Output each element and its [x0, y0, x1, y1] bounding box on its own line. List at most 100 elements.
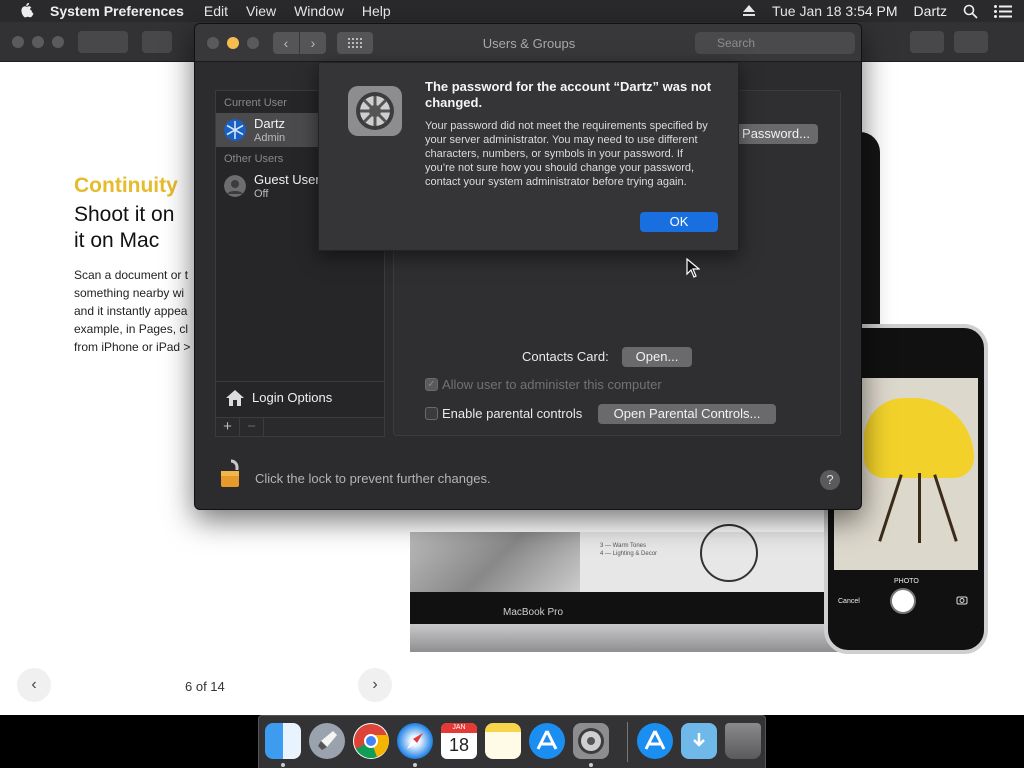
- eject-icon[interactable]: [742, 5, 756, 17]
- chrome-logo-icon: [354, 724, 390, 759]
- open-contacts-button[interactable]: Open...: [622, 347, 692, 367]
- finder-icon[interactable]: [265, 723, 301, 759]
- menu-help[interactable]: Help: [362, 3, 391, 19]
- allow-admin-label: Allow user to administer this computer: [442, 377, 662, 392]
- gear-icon: [578, 728, 604, 754]
- sidebar-toggle-button[interactable]: [142, 31, 172, 53]
- calendar-month: JAN: [441, 723, 477, 733]
- rocket-icon: [318, 731, 337, 750]
- menu-clock[interactable]: Tue Jan 18 3:54 PM: [772, 3, 898, 19]
- running-indicator: [589, 763, 593, 767]
- minimize-dot[interactable]: [32, 36, 44, 48]
- download-arrow-icon: [693, 733, 705, 747]
- chair-leg: [933, 474, 958, 542]
- zoom-dot[interactable]: [52, 36, 64, 48]
- snowflake-avatar-icon: [224, 119, 246, 141]
- parental-controls-checkbox[interactable]: [425, 407, 438, 420]
- contacts-card-label: Contacts Card:: [522, 349, 609, 364]
- book-paragraph-line: something nearby wi: [74, 286, 185, 300]
- launchpad-icon[interactable]: [309, 723, 345, 759]
- menu-edit[interactable]: Edit: [204, 3, 228, 19]
- unlocked-padlock-icon[interactable]: [219, 458, 243, 490]
- downloads-folder-icon[interactable]: [681, 723, 717, 759]
- search-input[interactable]: Search: [695, 32, 855, 54]
- menu-bar: System Preferences Edit View Window Help…: [0, 0, 1024, 22]
- current-user-section-label: Current User: [224, 97, 287, 109]
- running-indicator: [413, 763, 417, 767]
- laptop-screen-list-item: 4 — Lighting & Decor: [600, 551, 658, 557]
- camera-cancel-label: Cancel: [838, 598, 860, 605]
- allow-admin-checkbox[interactable]: ✓: [425, 378, 438, 391]
- mouse-cursor-icon: [686, 258, 700, 278]
- notification-center-icon[interactable]: [994, 4, 1012, 18]
- book-paragraph: Scan a document or t something nearby wi…: [74, 266, 200, 356]
- shutter-button-illustration: [890, 588, 916, 614]
- app-store-downloads-icon[interactable]: [637, 723, 673, 759]
- book-heading: Shoot it on it on Mac: [74, 202, 204, 254]
- users-groups-titlebar: ‹ › Users & Groups Search: [195, 24, 861, 62]
- spotlight-search-icon[interactable]: [963, 4, 978, 19]
- menu-user[interactable]: Dartz: [914, 3, 947, 19]
- system-preferences-gear-icon: [348, 86, 402, 136]
- app-store-a-icon: [536, 730, 558, 750]
- close-dot[interactable]: [12, 36, 24, 48]
- user-name: Dartz: [254, 116, 286, 131]
- trash-icon[interactable]: [725, 723, 761, 759]
- chrome-icon[interactable]: [353, 723, 390, 759]
- book-paragraph-line: Scan a document or t: [74, 268, 189, 282]
- chair-leg: [878, 474, 903, 542]
- book-heading-line1: Shoot it on: [74, 203, 175, 226]
- laptop-label: MacBook Pro: [502, 607, 564, 618]
- guest-avatar-icon: [224, 175, 246, 197]
- calendar-day: 18: [448, 735, 470, 755]
- book-paragraph-line: and it instantly appea: [74, 304, 188, 318]
- add-user-button[interactable]: +: [216, 418, 240, 436]
- alert-title: The password for the account “Dartz” was…: [425, 79, 712, 110]
- laptop-base-illustration: [410, 624, 840, 652]
- open-parental-controls-button[interactable]: Open Parental Controls...: [598, 404, 776, 424]
- help-button[interactable]: ?: [820, 470, 840, 490]
- remove-user-button[interactable]: −: [240, 418, 264, 436]
- user-role: Admin: [254, 132, 286, 144]
- laptop-screen-list: 3 — Warm Tones 4 — Lighting & Decor: [600, 542, 657, 558]
- system-preferences-icon[interactable]: [573, 723, 609, 759]
- book-heading-line2: it on Mac: [74, 229, 160, 252]
- menu-window[interactable]: Window: [294, 3, 344, 19]
- rug-photo-illustration: [410, 532, 580, 592]
- book-paragraph-line: example, in Pages, cl: [74, 322, 189, 336]
- running-indicator: [281, 763, 285, 767]
- password-error-alert: The password for the account “Dartz” was…: [318, 62, 739, 251]
- ok-button[interactable]: OK: [640, 212, 718, 232]
- chevron-right-icon: ›: [372, 676, 378, 693]
- previous-page-button[interactable]: ‹: [17, 668, 51, 702]
- apple-menu-icon[interactable]: [20, 3, 36, 19]
- book-paragraph-line[interactable]: from iPhone or iPad >: [74, 338, 200, 356]
- laptop-screen-list-item: 3 — Warm Tones: [600, 543, 647, 549]
- chair-leg: [918, 473, 921, 543]
- change-password-button[interactable]: Password...: [734, 124, 818, 144]
- notes-icon[interactable]: [485, 723, 521, 759]
- menu-bar-extras: Tue Jan 18 3:54 PM Dartz: [742, 0, 1012, 22]
- menu-view[interactable]: View: [246, 3, 276, 19]
- calendar-icon[interactable]: JAN 18: [441, 723, 477, 759]
- user-name: Guest User: [254, 172, 320, 187]
- user-role: Off: [254, 188, 269, 200]
- book-back-forward-button[interactable]: [78, 31, 128, 53]
- safari-icon[interactable]: [397, 723, 433, 759]
- next-page-button[interactable]: ›: [358, 668, 392, 702]
- alert-message: Your password did not meet the requireme…: [425, 120, 708, 188]
- page-counter: 6 of 14: [185, 679, 225, 694]
- mirror-illustration: [700, 524, 758, 582]
- login-options-item[interactable]: Login Options: [216, 381, 384, 413]
- house-icon: [226, 390, 244, 406]
- app-store-icon[interactable]: [529, 723, 565, 759]
- other-users-section-label: Other Users: [224, 153, 284, 165]
- compass-icon: [407, 733, 423, 749]
- flip-camera-icon: [956, 596, 968, 605]
- window-button[interactable]: [954, 31, 988, 53]
- yellow-chair-illustration: [864, 398, 974, 478]
- menu-app-name[interactable]: System Preferences: [50, 3, 184, 19]
- share-button[interactable]: [910, 31, 944, 53]
- dock-separator: [627, 722, 628, 762]
- dock: JAN 18: [258, 715, 766, 768]
